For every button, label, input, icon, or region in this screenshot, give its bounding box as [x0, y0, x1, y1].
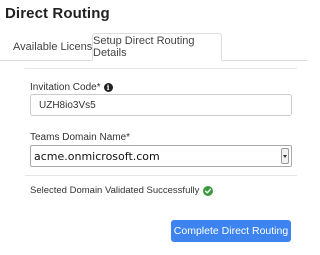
tab-setup-direct-routing-details[interactable]: Setup Direct Routing Details — [92, 33, 222, 61]
invitation-code-label: Invitation Code* i — [30, 82, 113, 93]
invitation-code-input[interactable]: UZH8io3Vs5 — [30, 94, 292, 116]
check-circle-icon — [203, 185, 214, 196]
tab-bar: Available Licenses Setup Direct Routing … — [0, 33, 307, 61]
teams-domain-label: Teams Domain Name* — [30, 132, 131, 143]
teams-domain-select[interactable]: acme.onmicrosoft.com — [30, 145, 292, 167]
complete-direct-routing-button[interactable]: Complete Direct Routing — [171, 220, 291, 242]
teams-domain-selected-value: acme.onmicrosoft.com — [34, 149, 160, 163]
domain-validation-status: Selected Domain Validated Successfully — [30, 185, 214, 196]
direct-routing-form: Invitation Code* i UZH8io3Vs5 Teams Doma… — [25, 68, 297, 242]
invitation-code-label-text: Invitation Code* — [30, 82, 101, 93]
domain-validation-text: Selected Domain Validated Successfully — [30, 185, 200, 196]
page-title: Direct Routing — [5, 5, 110, 22]
panel-divider — [25, 68, 297, 69]
form-divider — [25, 175, 297, 176]
info-icon[interactable]: i — [103, 83, 113, 92]
chevron-down-icon[interactable] — [281, 148, 289, 164]
